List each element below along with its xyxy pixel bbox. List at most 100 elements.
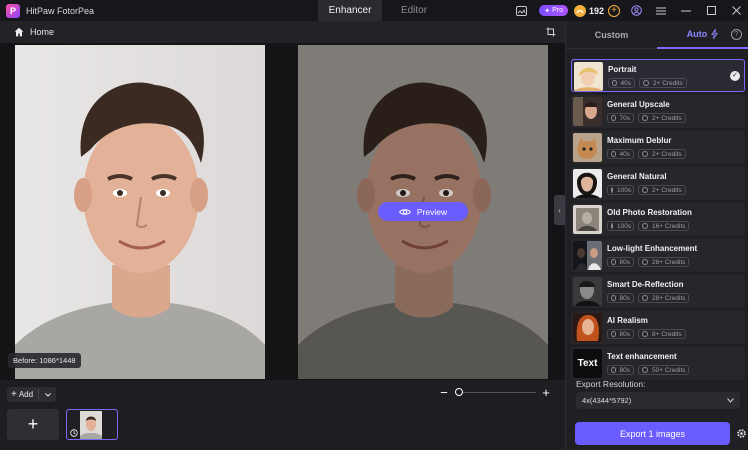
time-badge: 40s [608, 78, 635, 88]
model-old-photo-restoration[interactable]: Old Photo Restoration 100s 16+ Credits [571, 203, 745, 236]
app-name: HitPaw FotorPea [26, 5, 95, 16]
credit-coin-icon [573, 4, 586, 17]
lightning-icon [711, 29, 719, 39]
clock-icon [611, 151, 616, 157]
add-image-tile[interactable]: + [7, 409, 59, 440]
tab-custom[interactable]: Custom [566, 21, 657, 49]
model-list: Portrait 40s 2+ Credits ✓ General Upscal… [571, 59, 745, 383]
gallery-icon[interactable] [515, 5, 527, 17]
thumbnail-image [80, 411, 102, 439]
credit-badge: 50+ Credits [638, 365, 690, 375]
credit-badge: 2+ Credits [638, 113, 686, 123]
credit-badge: 16+ Credits [638, 221, 690, 231]
preview-label: Preview [416, 206, 448, 217]
tab-auto-label: Auto [686, 29, 708, 39]
time-badge: 70s [607, 113, 634, 123]
model-low-light-enhancement[interactable]: Low-light Enhancement 80s 28+ Credits [571, 239, 745, 272]
zoom-in-button[interactable]: + [540, 386, 552, 400]
export-resolution-label: Export Resolution: [576, 379, 646, 389]
before-image [15, 45, 265, 379]
tab-editor[interactable]: Editor [382, 0, 446, 21]
model-ai-realism[interactable]: AI Realism 80s 8+ Credits [571, 311, 745, 344]
model-thumbnail [573, 205, 602, 234]
account-icon[interactable] [630, 5, 642, 17]
gear-icon[interactable] [736, 428, 747, 439]
chevron-down-icon [727, 398, 734, 403]
credit-badge: 2+ Credits [638, 185, 686, 195]
clock-icon [611, 367, 616, 373]
preview-button[interactable]: Preview [378, 202, 468, 221]
export-resolution-select[interactable]: 4x(4344*5792) [576, 392, 740, 409]
clock-icon [70, 429, 78, 437]
titlebar-controls: ✦ Pro 192 + [515, 0, 748, 21]
title-bar: P HitPaw FotorPea Enhancer Editor ✦ Pro 1… [0, 0, 748, 21]
home-link[interactable]: Home [30, 27, 54, 37]
image-thumbnail[interactable] [66, 409, 118, 440]
enhance-model-panel: Custom Auto ? Portrait 40s 2+ Credits ✓ … [565, 21, 748, 450]
buy-credits-icon[interactable]: + [608, 4, 620, 17]
add-main[interactable]: + Add [7, 389, 39, 400]
zoom-slider-handle[interactable] [455, 388, 463, 396]
mode-tabs: Custom Auto [566, 21, 748, 49]
top-tabs: Enhancer Editor [318, 0, 446, 21]
time-badge: 80s [607, 329, 634, 339]
model-name: Smart De-Reflection [607, 280, 684, 289]
model-name: General Upscale [607, 100, 670, 109]
model-text-enhancement[interactable]: Text Text enhancement 80s 50+ Credits [571, 347, 745, 380]
model-thumbnail [573, 169, 602, 198]
zoom-slider-track[interactable] [458, 392, 536, 393]
credit-icon [642, 259, 648, 265]
credit-icon [643, 80, 649, 86]
model-thumbnail [573, 97, 602, 126]
maximize-icon[interactable] [705, 5, 717, 17]
zoom-out-button[interactable]: − [439, 386, 449, 400]
home-icon[interactable] [14, 27, 24, 37]
credit-count: 192 [588, 5, 604, 16]
model-thumbnail [573, 313, 602, 342]
model-thumbnail [573, 133, 602, 162]
add-button[interactable]: + Add [7, 387, 56, 402]
model-name: General Natural [607, 172, 667, 181]
clock-icon [611, 115, 616, 121]
clock-icon [612, 80, 617, 86]
model-thumbnail [574, 62, 603, 91]
credit-icon [642, 367, 648, 373]
time-badge: 80s [607, 293, 634, 303]
credit-badge: 28+ Credits [638, 293, 690, 303]
model-name: Portrait [608, 65, 637, 74]
bottom-toolbar: + Add − + + [0, 380, 565, 450]
help-icon[interactable]: ? [731, 29, 742, 40]
menu-icon[interactable] [655, 5, 667, 17]
model-maximum-deblur[interactable]: Maximum Deblur 40s 2+ Credits [571, 131, 745, 164]
image-canvas[interactable]: ‹ Before: 1086*1448 Preview [0, 43, 565, 380]
selected-check-icon: ✓ [730, 71, 740, 81]
model-smart-de-reflection[interactable]: Smart De-Reflection 80s 28+ Credits [571, 275, 745, 308]
credit-badge: 2+ Credits [639, 78, 687, 88]
credit-badge: 2+ Credits [638, 149, 686, 159]
crop-compare-icon[interactable] [546, 27, 556, 37]
model-thumbnail: Text [573, 349, 602, 378]
credit-icon [642, 151, 648, 157]
thumbnail-text: Text [577, 358, 598, 369]
model-general-upscale[interactable]: General Upscale 70s 2+ Credits [571, 95, 745, 128]
tab-enhancer[interactable]: Enhancer [318, 0, 382, 21]
credit-icon [642, 331, 648, 337]
credit-icon [642, 295, 648, 301]
sub-header: Home [0, 21, 565, 43]
export-button[interactable]: Export 1 images [575, 422, 730, 445]
add-label: Add [18, 390, 34, 399]
eye-icon [398, 208, 411, 215]
model-thumbnail [573, 241, 602, 270]
panel-collapse-handle[interactable]: ‹ [554, 195, 565, 225]
add-dropdown-chevron-icon[interactable] [39, 392, 56, 397]
close-icon[interactable] [730, 5, 742, 17]
clock-icon [611, 187, 613, 193]
minimize-icon[interactable] [680, 5, 692, 17]
model-portrait[interactable]: Portrait 40s 2+ Credits ✓ [571, 59, 745, 92]
pro-badge[interactable]: ✦ Pro [539, 5, 568, 16]
model-name: Text enhancement [607, 352, 677, 361]
model-general-natural[interactable]: General Natural 100s 2+ Credits [571, 167, 745, 200]
model-thumbnail [573, 277, 602, 306]
time-badge: 80s [607, 365, 634, 375]
model-name: Low-light Enhancement [607, 244, 698, 253]
